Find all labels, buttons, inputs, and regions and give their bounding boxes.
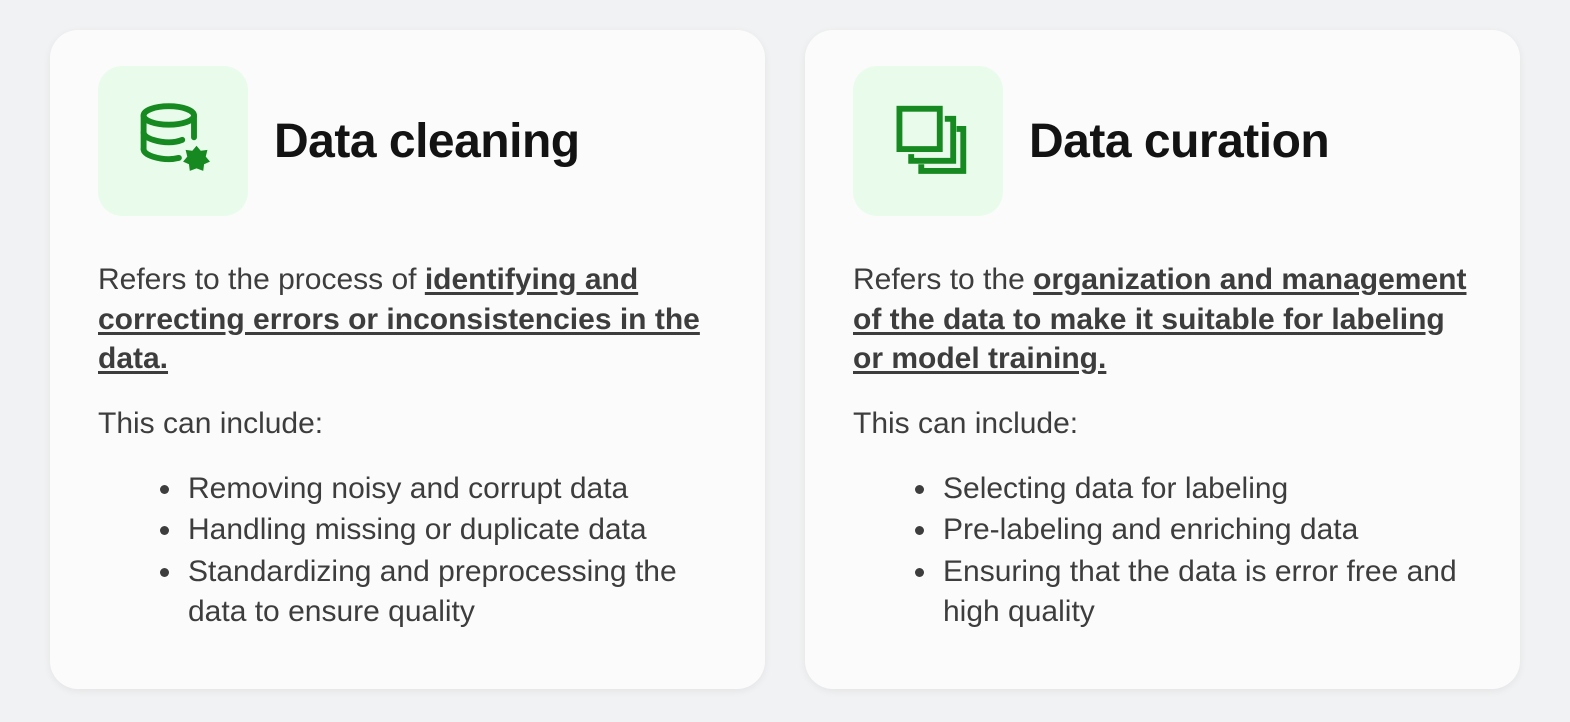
layers-stack-icon xyxy=(886,97,970,186)
card-lead: This can include: xyxy=(98,407,717,441)
card-header: Data curation xyxy=(853,66,1472,216)
card-description: Refers to the process of identifying and… xyxy=(98,260,717,379)
icon-tile xyxy=(98,66,248,216)
list-item: Standardizing and preprocessing the data… xyxy=(184,552,717,631)
card-header: Data cleaning xyxy=(98,66,717,216)
desc-prefix: Refers to the xyxy=(853,263,1033,296)
card-title: Data curation xyxy=(1029,114,1329,169)
database-gear-icon xyxy=(131,97,215,186)
card-description: Refers to the organization and managemen… xyxy=(853,260,1472,379)
card-list: Selecting data for labeling Pre-labeling… xyxy=(853,469,1472,631)
cards-row: Data cleaning Refers to the process of i… xyxy=(50,30,1520,689)
card-lead: This can include: xyxy=(853,407,1472,441)
list-item: Ensuring that the data is error free and… xyxy=(939,552,1472,631)
list-item: Removing noisy and corrupt data xyxy=(184,469,717,509)
card-data-cleaning: Data cleaning Refers to the process of i… xyxy=(50,30,765,689)
desc-prefix: Refers to the process of xyxy=(98,263,425,296)
card-list: Removing noisy and corrupt data Handling… xyxy=(98,469,717,631)
card-data-curation: Data curation Refers to the organization… xyxy=(805,30,1520,689)
card-title: Data cleaning xyxy=(274,114,580,169)
list-item: Selecting data for labeling xyxy=(939,469,1472,509)
icon-tile xyxy=(853,66,1003,216)
list-item: Handling missing or duplicate data xyxy=(184,510,717,550)
list-item: Pre-labeling and enriching data xyxy=(939,510,1472,550)
